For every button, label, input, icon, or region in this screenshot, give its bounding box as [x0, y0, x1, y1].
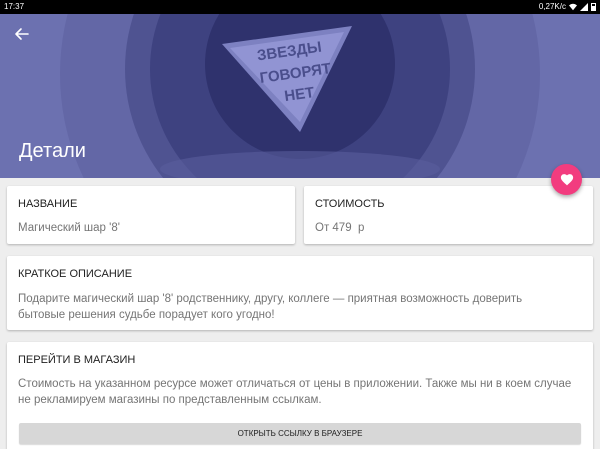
shop-disclaimer: Стоимость на указанном ресурсе может отл…	[18, 378, 572, 406]
signal-icon	[580, 3, 588, 11]
favorite-button[interactable]	[551, 164, 582, 195]
wifi-icon	[569, 3, 577, 11]
cost-card: СТОИМОСТЬ От 479 р	[304, 186, 593, 244]
open-link-button[interactable]: ОТКРЫТЬ ССЫЛКУ В БРАУЗЕРЕ	[19, 423, 581, 444]
header-image: ЗВЕЗДЫ ГОВОРЯТ НЕТ Детали	[0, 14, 600, 178]
status-bar: 17:37 0,27K/c	[0, 0, 600, 14]
status-right: 0,27K/c	[539, 0, 596, 14]
magic-ball-image: ЗВЕЗДЫ ГОВОРЯТ НЕТ	[0, 14, 600, 178]
cost-heading: СТОИМОСТЬ	[315, 198, 385, 210]
name-value: Магический шар '8'	[18, 222, 120, 234]
cost-value: От 479 р	[315, 222, 365, 234]
arrow-back-icon[interactable]	[10, 24, 34, 44]
description-card: КРАТКОЕ ОПИСАНИЕ Подарите магический шар…	[7, 256, 593, 330]
heart-icon	[560, 174, 573, 186]
network-speed: 0,27K/c	[538, 2, 566, 11]
name-card: НАЗВАНИЕ Магический шар '8'	[7, 186, 295, 244]
status-time: 17:37	[4, 2, 25, 11]
battery-icon	[591, 3, 596, 11]
shop-heading: ПЕРЕЙТИ В МАГАЗИН	[18, 354, 136, 366]
description-text: Подарите магический шар '8' родственнику…	[18, 293, 523, 321]
page-title: Детали	[19, 140, 86, 162]
name-heading: НАЗВАНИЕ	[18, 198, 78, 210]
description-heading: КРАТКОЕ ОПИСАНИЕ	[18, 268, 133, 280]
shop-card: ПЕРЕЙТИ В МАГАЗИН Стоимость на указанном…	[7, 342, 593, 449]
